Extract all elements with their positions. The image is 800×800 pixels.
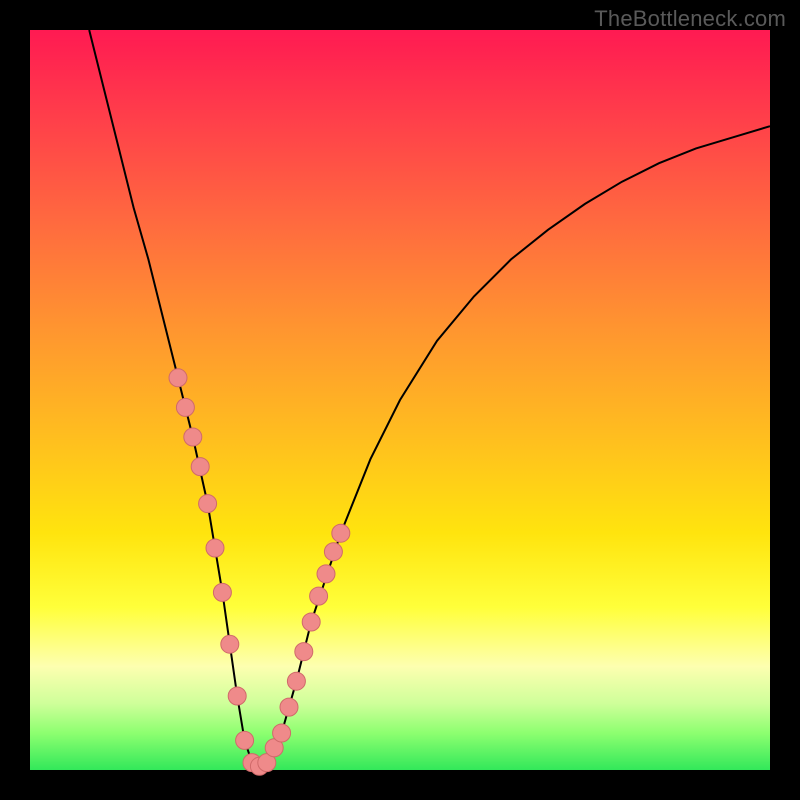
data-point: [206, 539, 224, 557]
highlighted-points: [169, 369, 350, 776]
bottleneck-curve: [89, 30, 770, 766]
data-point: [176, 398, 194, 416]
data-point: [317, 565, 335, 583]
data-point: [221, 635, 239, 653]
data-point: [213, 583, 231, 601]
data-point: [310, 587, 328, 605]
data-point: [199, 495, 217, 513]
data-point: [191, 458, 209, 476]
data-point: [302, 613, 320, 631]
curve-svg: [30, 30, 770, 770]
chart-frame: TheBottleneck.com: [0, 0, 800, 800]
data-point: [287, 672, 305, 690]
data-point: [332, 524, 350, 542]
data-point: [295, 643, 313, 661]
data-point: [228, 687, 246, 705]
plot-area: [30, 30, 770, 770]
data-point: [280, 698, 298, 716]
data-point: [169, 369, 187, 387]
data-point: [184, 428, 202, 446]
data-point: [273, 724, 291, 742]
data-point: [236, 731, 254, 749]
watermark-text: TheBottleneck.com: [594, 6, 786, 32]
data-point: [324, 543, 342, 561]
